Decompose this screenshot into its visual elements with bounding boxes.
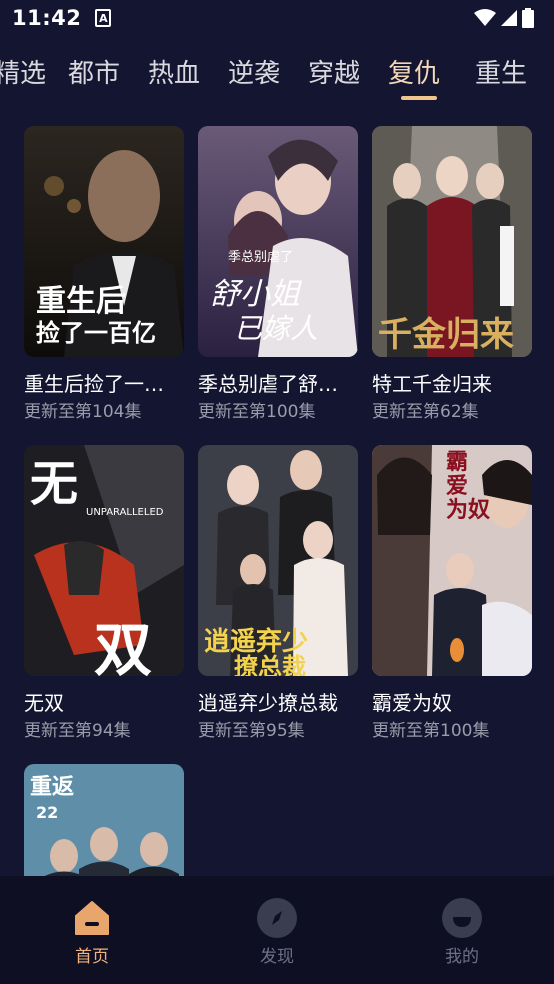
bottom-nav: 首页 发现 我的 bbox=[0, 876, 554, 984]
compass-icon bbox=[257, 898, 297, 938]
drama-grid: 重生后 捡了一百亿 重生后捡了一… 更新至第104集 季总别虐了 舒小姐 已嫁人… bbox=[24, 126, 534, 876]
svg-text:捡了一百亿: 捡了一百亿 bbox=[36, 318, 156, 347]
svg-text:为奴: 为奴 bbox=[446, 497, 490, 523]
drama-title: 无双 bbox=[24, 691, 64, 715]
drama-card[interactable]: 千金归来 特工千金归来 更新至第62集 bbox=[372, 126, 532, 423]
svg-text:千金归来: 千金归来 bbox=[378, 315, 514, 355]
drama-card[interactable]: 逍遥弃少 撩总裁 逍遥弃少撩总裁 更新至第95集 bbox=[198, 445, 358, 742]
tab-chuanyue[interactable]: 穿越 bbox=[308, 56, 360, 92]
drama-title: 特工千金归来 bbox=[372, 372, 492, 396]
status-left: 11:42 A bbox=[12, 6, 112, 30]
drama-card[interactable]: 无 UNPARALLELED 双 无双 更新至第94集 bbox=[24, 445, 184, 742]
tab-chongsheng[interactable]: 重生 bbox=[475, 56, 527, 92]
battery-icon bbox=[522, 8, 534, 28]
nav-home-label: 首页 bbox=[75, 947, 109, 967]
nav-profile[interactable]: 我的 bbox=[422, 898, 502, 967]
svg-text:季总别虐了: 季总别虐了 bbox=[228, 249, 293, 265]
category-tabs: 精选 都市 热血 逆袭 穿越 复仇 重生 bbox=[0, 50, 554, 106]
status-time: 11:42 bbox=[12, 6, 82, 30]
tab-rexue[interactable]: 热血 bbox=[148, 56, 200, 92]
svg-text:双: 双 bbox=[94, 616, 152, 676]
drama-card[interactable]: 季总别虐了 舒小姐 已嫁人 季总别虐了舒… 更新至第100集 bbox=[198, 126, 358, 423]
svg-text:霸: 霸 bbox=[446, 449, 468, 475]
wifi-icon bbox=[474, 9, 496, 26]
tab-fuchou[interactable]: 复仇 bbox=[388, 56, 440, 92]
drama-title: 逍遥弃少撩总裁 bbox=[198, 691, 338, 715]
tab-dushi[interactable]: 都市 bbox=[68, 56, 120, 92]
drama-episodes: 更新至第100集 bbox=[372, 721, 490, 741]
status-bar: 11:42 A bbox=[0, 0, 554, 36]
drama-poster[interactable]: 无 UNPARALLELED 双 bbox=[24, 445, 184, 676]
nav-discover-label: 发现 bbox=[260, 947, 294, 967]
nav-discover[interactable]: 发现 bbox=[237, 898, 317, 967]
drama-poster[interactable]: 重返 22 bbox=[24, 764, 184, 876]
svg-text:重生后: 重生后 bbox=[36, 284, 126, 319]
drama-poster[interactable]: 逍遥弃少 撩总裁 bbox=[198, 445, 358, 676]
drama-episodes: 更新至第95集 bbox=[198, 721, 305, 741]
svg-text:爱: 爱 bbox=[446, 473, 468, 499]
drama-title: 霸爱为奴 bbox=[372, 691, 452, 715]
active-tab-indicator bbox=[401, 96, 437, 100]
drama-title: 重生后捡了一… bbox=[24, 372, 164, 396]
signal-icon bbox=[501, 10, 517, 26]
svg-text:舒小姐: 舒小姐 bbox=[210, 277, 303, 312]
drama-episodes: 更新至第94集 bbox=[24, 721, 131, 741]
tab-jingxuan[interactable]: 精选 bbox=[0, 56, 46, 92]
drama-episodes: 更新至第100集 bbox=[198, 402, 316, 422]
drama-poster[interactable]: 重生后 捡了一百亿 bbox=[24, 126, 184, 357]
svg-text:无: 无 bbox=[30, 456, 78, 512]
svg-text:已嫁人: 已嫁人 bbox=[234, 312, 318, 345]
svg-text:22: 22 bbox=[36, 803, 58, 822]
svg-text:撩总裁: 撩总裁 bbox=[234, 652, 306, 676]
profile-icon bbox=[442, 898, 482, 938]
drama-title: 季总别虐了舒… bbox=[198, 372, 338, 396]
drama-poster[interactable]: 季总别虐了 舒小姐 已嫁人 bbox=[198, 126, 358, 357]
status-right bbox=[474, 8, 534, 28]
drama-card[interactable]: 重生后 捡了一百亿 重生后捡了一… 更新至第104集 bbox=[24, 126, 184, 423]
tab-nixi[interactable]: 逆袭 bbox=[228, 56, 280, 92]
drama-card[interactable]: 重返 22 bbox=[24, 764, 184, 876]
nav-profile-label: 我的 bbox=[445, 947, 479, 967]
notification-icon: A bbox=[95, 9, 112, 27]
drama-poster[interactable]: 霸 爱 为奴 bbox=[372, 445, 532, 676]
drama-episodes: 更新至第62集 bbox=[372, 402, 479, 422]
nav-home[interactable]: 首页 bbox=[52, 898, 132, 967]
home-icon bbox=[72, 898, 112, 938]
drama-card[interactable]: 霸 爱 为奴 霸爱为奴 更新至第100集 bbox=[372, 445, 532, 742]
drama-poster[interactable]: 千金归来 bbox=[372, 126, 532, 357]
svg-text:重返: 重返 bbox=[30, 774, 74, 800]
svg-text:UNPARALLELED: UNPARALLELED bbox=[86, 507, 164, 518]
drama-episodes: 更新至第104集 bbox=[24, 402, 142, 422]
